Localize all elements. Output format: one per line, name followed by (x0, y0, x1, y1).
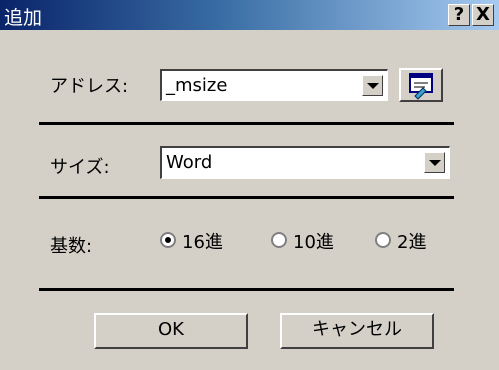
radio-hex[interactable] (160, 232, 176, 248)
address-picker-button[interactable] (399, 68, 443, 102)
ok-button[interactable]: OK (94, 313, 248, 349)
address-input[interactable]: _msize (166, 75, 227, 96)
separator-2 (39, 196, 454, 199)
radio-bin-label[interactable]: 2進 (397, 228, 426, 254)
address-dropdown-button[interactable] (362, 75, 383, 96)
address-label: アドレス: (50, 76, 129, 97)
address-combobox[interactable]: _msize (160, 69, 388, 101)
radio-dec[interactable] (271, 232, 287, 248)
size-label: サイズ: (50, 157, 110, 178)
cancel-button[interactable]: キャンセル (280, 313, 434, 349)
radio-dec-label[interactable]: 10進 (293, 228, 334, 254)
window-title: 追加 (4, 7, 43, 29)
close-button[interactable]: X (472, 4, 494, 26)
separator-3 (39, 288, 454, 291)
title-bar: 追加 ? X (0, 0, 499, 30)
radio-hex-label[interactable]: 16進 (182, 228, 223, 254)
chevron-down-icon (429, 160, 441, 166)
radio-bin[interactable] (375, 232, 391, 248)
chevron-down-icon (367, 83, 379, 89)
add-dialog: 追加 ? X アドレス: _msize サイズ: Word 基数: 16進 10… (0, 0, 499, 370)
symbol-browse-icon (409, 73, 433, 100)
size-combobox[interactable]: Word (160, 146, 450, 179)
separator-1 (39, 122, 454, 125)
base-label: 基数: (50, 236, 93, 257)
help-button[interactable]: ? (448, 4, 470, 26)
size-value: Word (166, 152, 213, 173)
radio-selected-dot (165, 237, 171, 243)
size-dropdown-button[interactable] (424, 152, 445, 173)
